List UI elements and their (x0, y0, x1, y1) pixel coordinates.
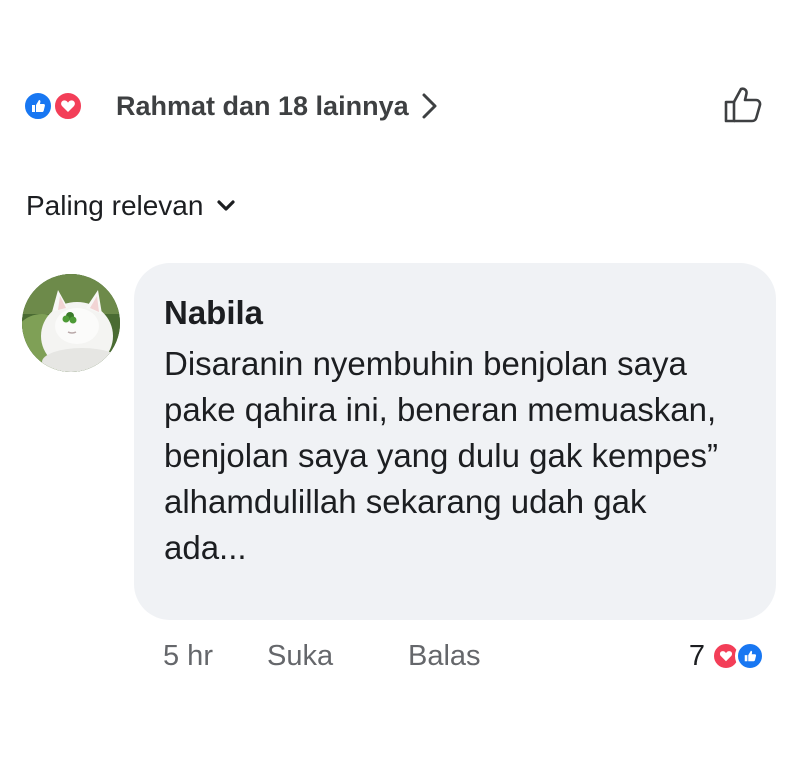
like-button[interactable] (722, 84, 766, 128)
comment-bubble: Nabila Disaranin nyembuhin benjolan saya… (134, 263, 776, 620)
comment-reply-button[interactable]: Balas (408, 636, 481, 676)
comment-reactions[interactable]: 7 (689, 636, 769, 676)
comment-text: Disaranin nyembuhin benjolan saya pake q… (164, 345, 719, 566)
chevron-right-icon (421, 92, 439, 120)
comment-reaction-icons (711, 639, 769, 673)
comment-actions: 5 hr Suka Balas 7 (163, 636, 773, 676)
comment-author[interactable]: Nabila (164, 293, 746, 333)
cat-avatar-image (22, 274, 120, 372)
reactors-link[interactable]: Rahmat dan 18 lainnya (116, 87, 439, 125)
love-reaction-icon (52, 90, 84, 122)
reaction-icons[interactable] (22, 86, 94, 126)
like-reaction-icon (735, 641, 765, 671)
reactors-label: Rahmat dan 18 lainnya (116, 90, 409, 121)
reactions-summary-row: Rahmat dan 18 lainnya (22, 84, 782, 128)
comment-like-button[interactable]: Suka (267, 636, 333, 676)
avatar[interactable] (22, 274, 120, 372)
comment-timestamp[interactable]: 5 hr (163, 636, 213, 676)
comment-reaction-count: 7 (688, 639, 705, 672)
thumbs-up-outline-icon (723, 84, 765, 129)
sort-label: Paling relevan (26, 190, 204, 221)
chevron-down-icon (217, 200, 236, 212)
like-reaction-icon (22, 90, 54, 122)
sort-dropdown[interactable]: Paling relevan (26, 186, 236, 226)
